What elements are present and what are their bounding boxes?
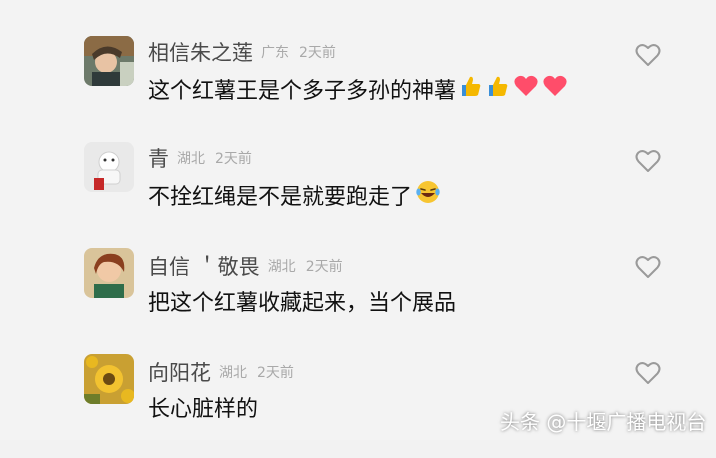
thumbs-up-icon bbox=[486, 74, 510, 104]
like-heart-icon[interactable] bbox=[634, 254, 662, 280]
timestamp: 2天前 bbox=[257, 365, 294, 381]
timestamp: 2天前 bbox=[299, 45, 336, 61]
like-heart-icon[interactable] bbox=[634, 42, 662, 68]
timestamp: 2天前 bbox=[305, 259, 343, 275]
red-heart-icon bbox=[513, 74, 539, 104]
username[interactable]: 向阳花 bbox=[148, 357, 211, 387]
username[interactable]: 青 bbox=[148, 143, 169, 173]
comment-item: 向阳花 湖北 2天前 长心脏样的 bbox=[0, 348, 716, 458]
comment-text: 这个红薯王是个多子多孙的神薯 bbox=[148, 79, 457, 104]
comment-list: 相信朱之莲 广东 2天前 这个红薯王是个多子多孙的神薯 青 湖北 2天前 不拴红… bbox=[0, 0, 716, 440]
avatar[interactable] bbox=[84, 248, 134, 298]
comment-item: 相信朱之莲 广东 2天前 这个红薯王是个多子多孙的神薯 bbox=[0, 22, 716, 132]
avatar[interactable] bbox=[84, 142, 134, 192]
comment-text-row: 长心脏样的 bbox=[148, 390, 258, 424]
avatar[interactable] bbox=[84, 354, 134, 404]
region: 湖北 bbox=[267, 259, 296, 275]
comment-item: 青 湖北 2天前 不拴红绳是不是就要跑走了 bbox=[0, 132, 716, 242]
like-heart-icon[interactable] bbox=[634, 360, 662, 386]
laughing-tears-icon bbox=[415, 179, 441, 211]
avatar[interactable] bbox=[84, 36, 134, 86]
username[interactable]: 相信朱之莲 bbox=[148, 37, 253, 67]
comment-item: 自信 ＇敬畏 湖北 2天前 把这个红薯收藏起来，当个展品 bbox=[0, 240, 716, 350]
red-heart-icon bbox=[542, 74, 568, 104]
watermark: 头条 @十堰广播电视台 bbox=[500, 409, 707, 434]
region: 湖北 bbox=[177, 151, 205, 167]
like-heart-icon[interactable] bbox=[634, 148, 662, 174]
comment-meta: 自信 ＇敬畏 湖北 2天前 bbox=[148, 252, 343, 280]
comment-text: 把这个红薯收藏起来，当个展品 bbox=[148, 291, 457, 316]
comment-text: 不拴红绳是不是就要跑走了 bbox=[148, 185, 413, 210]
username[interactable]: 自信 ＇敬畏 bbox=[148, 251, 260, 281]
timestamp: 2天前 bbox=[215, 151, 252, 167]
comment-meta: 相信朱之莲 广东 2天前 bbox=[148, 38, 336, 66]
region: 湖北 bbox=[219, 365, 247, 381]
comment-text-row: 这个红薯王是个多子多孙的神薯 bbox=[148, 72, 568, 106]
comment-meta: 青 湖北 2天前 bbox=[148, 144, 252, 172]
thumbs-up-icon bbox=[459, 74, 483, 104]
comment-text-row: 不拴红绳是不是就要跑走了 bbox=[148, 178, 441, 212]
comment-text: 长心脏样的 bbox=[148, 397, 259, 422]
comment-text-row: 把这个红薯收藏起来，当个展品 bbox=[148, 284, 456, 318]
comment-meta: 向阳花 湖北 2天前 bbox=[148, 358, 294, 386]
region: 广东 bbox=[261, 45, 289, 61]
